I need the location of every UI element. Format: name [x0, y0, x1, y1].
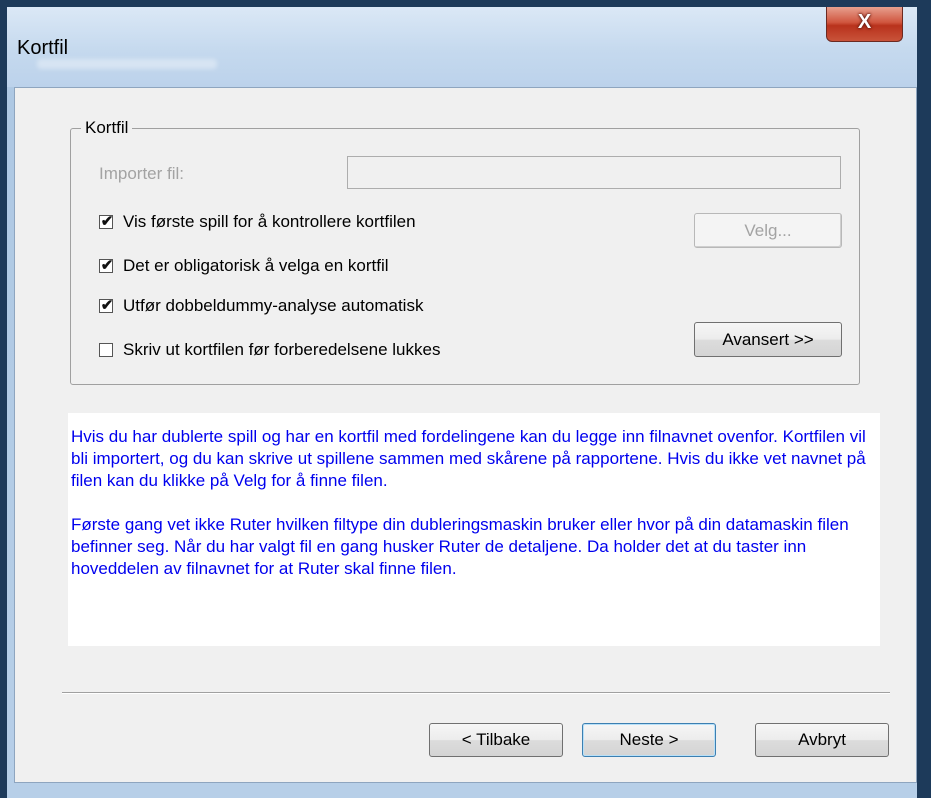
window-left-edge: [0, 0, 7, 798]
info-panel: Hvis du har dublerte spill og har en kor…: [68, 413, 880, 646]
checkbox-label: Vis første spill for å kontrollere kortf…: [123, 212, 416, 231]
next-button[interactable]: Neste >: [582, 723, 716, 757]
kortfil-groupbox: Kortfil Importer fil: ✔ Vis første spill…: [70, 118, 860, 385]
check-icon: ✔: [100, 297, 114, 314]
window-top-edge: [0, 0, 931, 7]
info-paragraph-1: Hvis du har dublerte spill og har en kor…: [71, 427, 866, 490]
checkbox-box[interactable]: ✔: [99, 257, 114, 274]
checkbox-double-dummy[interactable]: ✔ Utfør dobbeldummy-analyse automatisk: [99, 293, 423, 319]
checkbox-box[interactable]: ✔: [99, 213, 114, 230]
checkbox-label: Skriv ut kortfilen før forberedelsene lu…: [123, 340, 441, 359]
footer-separator: [62, 692, 890, 694]
close-button[interactable]: X: [826, 7, 903, 42]
check-icon: ✔: [100, 257, 114, 274]
groupbox-legend: Kortfil: [81, 118, 133, 138]
checkbox-label: Det er obligatorisk å velga en kortfil: [123, 256, 389, 275]
window-title: Kortfil: [17, 37, 69, 59]
dialog-client-area: Kortfil Importer fil: ✔ Vis første spill…: [14, 87, 917, 783]
window-right-edge: [917, 0, 931, 798]
check-icon: ✔: [100, 213, 114, 230]
velg-button[interactable]: Velg...: [694, 213, 842, 248]
back-button[interactable]: < Tilbake: [429, 723, 563, 757]
cancel-button[interactable]: Avbryt: [755, 723, 889, 757]
checkbox-label: Utfør dobbeldummy-analyse automatisk: [123, 296, 424, 315]
checkbox-show-first-deal[interactable]: ✔ Vis første spill for å kontrollere kor…: [99, 209, 416, 235]
checkbox-mandatory-card-file[interactable]: ✔ Det er obligatorisk å velga en kortfil: [99, 253, 389, 279]
title-bar-reflection: [37, 59, 217, 69]
window-frame: Kortfil X Kortfil Importer fil: ✔ Vis fø…: [0, 0, 931, 798]
checkbox-print-card-file[interactable]: Skriv ut kortfilen før forberedelsene lu…: [99, 337, 440, 363]
info-paragraph-2: Første gang vet ikke Ruter hvilken filty…: [71, 515, 849, 578]
import-file-label: Importer fil:: [99, 164, 185, 183]
advanced-button[interactable]: Avansert >>: [694, 322, 842, 357]
checkbox-box[interactable]: ✔: [99, 297, 114, 314]
checkbox-box[interactable]: [99, 343, 113, 357]
import-file-input[interactable]: [347, 156, 841, 189]
title-bar[interactable]: Kortfil: [7, 7, 917, 87]
window-bottom-edge: [7, 783, 917, 798]
close-icon: X: [857, 11, 872, 33]
